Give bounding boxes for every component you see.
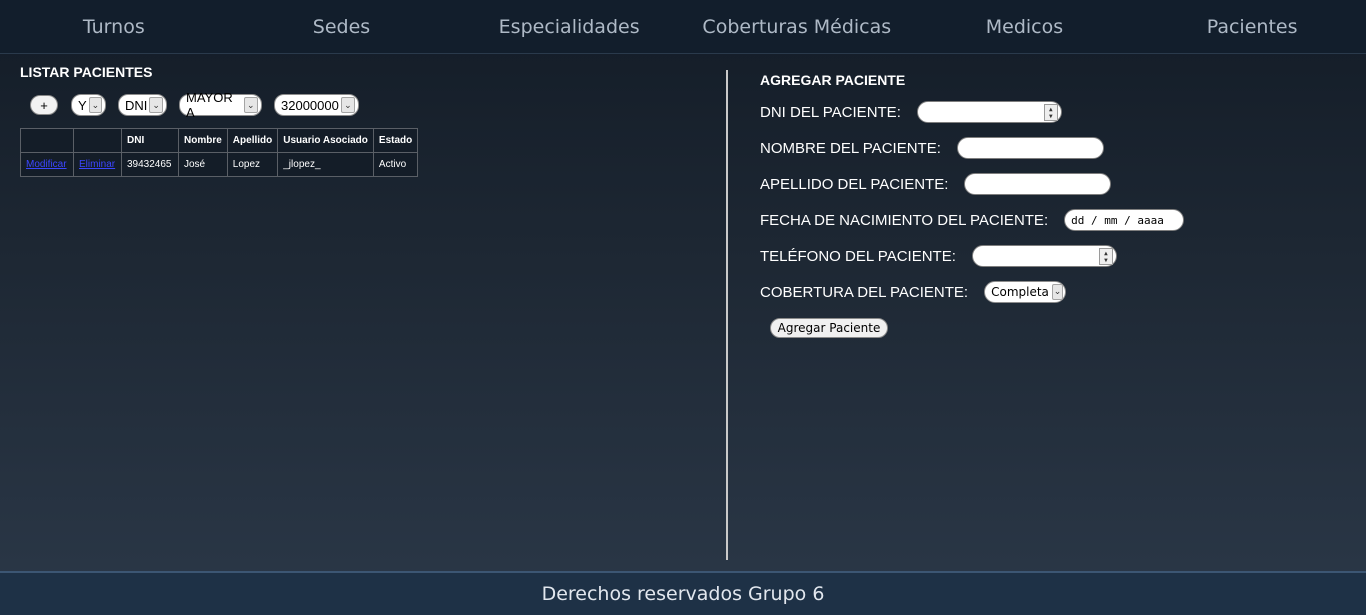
operator-select[interactable]: MAYOR A ⌄ <box>179 90 262 120</box>
cell-apellido: Lopez <box>226 152 279 177</box>
nav-item-especialidades[interactable]: Especialidades <box>455 16 683 38</box>
column-header <box>20 128 74 153</box>
delete-link[interactable]: Eliminar <box>79 159 115 170</box>
spinner-icon[interactable]: ▲ ▼ <box>1043 104 1058 121</box>
nav-item-medicos[interactable]: Medicos <box>911 16 1139 38</box>
add-filter-button[interactable]: + <box>30 95 58 115</box>
table-header-row: DNI Nombre Apellido Usuario Asociado Est… <box>20 128 419 153</box>
dni-label: DNI DEL PACIENTE: <box>760 103 901 121</box>
dni-row: DNI DEL PACIENTE: ▲ ▼ <box>760 94 1320 130</box>
chevron-down-icon: ⌄ <box>1051 284 1064 300</box>
telefono-row: TELÉFONO DEL PACIENTE: ▲ ▼ <box>760 238 1320 274</box>
nav-item-sedes[interactable]: Sedes <box>228 16 456 38</box>
column-header-usuario: Usuario Asociado <box>277 128 374 153</box>
fecha-label: FECHA DE NACIMIENTO DEL PACIENTE: <box>760 211 1049 229</box>
connector-value: Y <box>78 97 87 113</box>
nombre-row: NOMBRE DEL PACIENTE: <box>760 130 1320 166</box>
add-patient-form: AGREGAR PACIENTE DNI DEL PACIENTE: ▲ ▼ NO… <box>760 72 1320 338</box>
patients-table: DNI Nombre Apellido Usuario Asociado Est… <box>20 128 419 177</box>
top-nav: Turnos Sedes Especialidades Coberturas M… <box>0 0 1366 54</box>
field-value: DNI <box>125 97 148 113</box>
list-title: LISTAR PACIENTES <box>20 64 153 80</box>
column-header-estado: Estado <box>372 128 419 153</box>
cell-nombre: José <box>178 152 228 177</box>
cell-dni: 39432465 <box>121 152 179 177</box>
cobertura-select[interactable]: Completa ⌄ <box>984 281 1067 303</box>
spinner-icon[interactable]: ▲ ▼ <box>1098 248 1113 265</box>
delete-cell: Eliminar <box>73 152 122 177</box>
operator-value: MAYOR A <box>186 90 233 120</box>
chevron-down-icon: ⌄ <box>340 97 355 113</box>
nav-item-pacientes[interactable]: Pacientes <box>1138 16 1366 38</box>
cobertura-row: COBERTURA DEL PACIENTE: Completa ⌄ <box>760 274 1320 310</box>
filter-bar: + Y ⌄ DNI ⌄ MAYOR A ⌄ 32000000 ⌄ <box>30 90 710 120</box>
dni-input[interactable]: ▲ ▼ <box>916 101 1062 123</box>
modify-link[interactable]: Modificar <box>26 159 67 170</box>
chevron-down-icon: ⌄ <box>243 97 258 113</box>
fecha-row: FECHA DE NACIMIENTO DEL PACIENTE: dd / m… <box>760 202 1320 238</box>
telefono-input[interactable]: ▲ ▼ <box>971 245 1117 267</box>
cobertura-label: COBERTURA DEL PACIENTE: <box>760 283 969 301</box>
chevron-down-icon: ⌄ <box>88 97 102 113</box>
column-header-nombre: Nombre <box>178 128 228 153</box>
column-header-apellido: Apellido <box>226 128 279 153</box>
footer-text: Derechos reservados Grupo 6 <box>541 583 825 605</box>
vertical-divider <box>726 70 728 560</box>
nombre-label: NOMBRE DEL PACIENTE: <box>760 139 941 157</box>
telefono-label: TELÉFONO DEL PACIENTE: <box>760 247 956 265</box>
form-title: AGREGAR PACIENTE <box>760 72 906 88</box>
apellido-label: APELLIDO DEL PACIENTE: <box>760 175 949 193</box>
filter-value: 32000000 <box>281 97 339 113</box>
value-select[interactable]: 32000000 ⌄ <box>274 94 359 116</box>
column-header-dni: DNI <box>121 128 179 153</box>
cell-usuario: _jlopez_ <box>277 152 374 177</box>
table-row: Modificar Eliminar 39432465 José Lopez _… <box>20 152 419 177</box>
fecha-input[interactable]: dd / mm / aaaa <box>1064 209 1185 231</box>
connector-select[interactable]: Y ⌄ <box>71 94 106 116</box>
fecha-placeholder: dd / mm / aaaa <box>1071 213 1164 227</box>
nav-item-coberturas[interactable]: Coberturas Médicas <box>683 16 911 38</box>
cell-estado: Activo <box>372 152 419 177</box>
chevron-down-icon: ⌄ <box>149 97 163 113</box>
column-header <box>73 128 122 153</box>
apellido-input[interactable] <box>964 173 1112 195</box>
modify-cell: Modificar <box>20 152 74 177</box>
footer: Derechos reservados Grupo 6 <box>0 571 1366 615</box>
apellido-row: APELLIDO DEL PACIENTE: <box>760 166 1320 202</box>
nav-item-turnos[interactable]: Turnos <box>0 16 228 38</box>
add-patient-button[interactable]: Agregar Paciente <box>770 318 888 338</box>
cobertura-value: Completa <box>991 285 1049 299</box>
field-select[interactable]: DNI ⌄ <box>118 94 167 116</box>
nombre-input[interactable] <box>956 137 1104 159</box>
list-section: LISTAR PACIENTES + Y ⌄ DNI ⌄ MAYOR A ⌄ 3… <box>20 64 710 177</box>
